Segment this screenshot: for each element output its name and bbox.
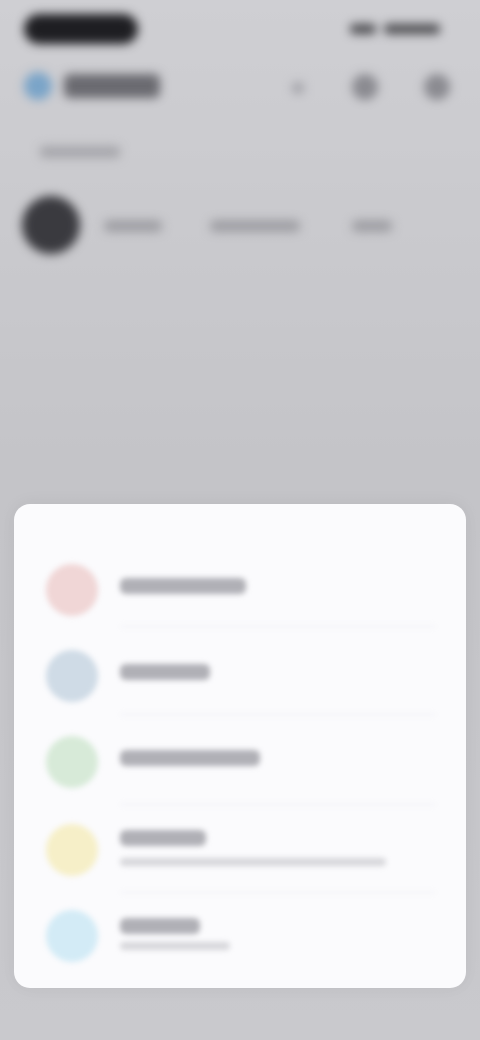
sheet-item-3[interactable] — [36, 728, 446, 798]
meta-text-a — [104, 220, 162, 232]
red-icon — [46, 564, 98, 616]
bottom-sheet — [14, 504, 466, 988]
sheet-item-1[interactable] — [36, 556, 446, 626]
meta-text-c — [352, 220, 392, 232]
sheet-item-subtitle — [120, 942, 230, 950]
header-action-icon-3[interactable] — [424, 74, 450, 100]
avatar[interactable] — [22, 196, 80, 254]
divider — [120, 626, 436, 627]
sheet-item-label — [120, 830, 206, 846]
light-blue-icon — [46, 910, 98, 962]
sheet-item-subtitle — [120, 858, 386, 866]
yellow-icon — [46, 824, 98, 876]
signal-icon — [350, 24, 376, 34]
sheet-item-4[interactable] — [36, 816, 446, 886]
sheet-item-label — [120, 578, 246, 594]
status-indicators — [350, 24, 446, 34]
divider — [120, 714, 436, 715]
status-time-pill — [24, 14, 138, 44]
sheet-item-2[interactable] — [36, 642, 446, 712]
header-action-icon-2[interactable] — [352, 74, 378, 100]
battery-icon — [384, 24, 440, 34]
sheet-item-label — [120, 750, 260, 766]
divider — [120, 804, 436, 805]
blue-icon — [46, 650, 98, 702]
blurred-app-screen — [0, 0, 480, 520]
app-logo-icon — [24, 72, 52, 100]
divider — [120, 892, 436, 893]
page-subtitle — [40, 146, 120, 158]
sheet-item-label — [120, 918, 200, 934]
sheet-content — [14, 504, 466, 988]
green-icon — [46, 736, 98, 788]
sheet-item-label — [120, 664, 210, 680]
sheet-item-5[interactable] — [36, 902, 446, 972]
app-title — [64, 74, 160, 98]
meta-text-b — [210, 220, 300, 232]
header-action-icon-1[interactable] — [292, 82, 304, 94]
